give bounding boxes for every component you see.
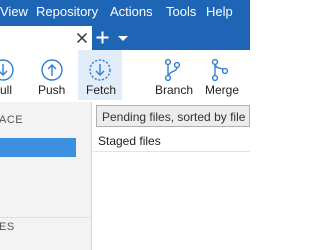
file-status-filter[interactable]: Pending files, sorted by file status [96,105,250,127]
fetch-icon [89,59,111,81]
close-icon[interactable] [76,32,88,44]
menu-repository[interactable]: Repository [36,4,98,20]
branch-button[interactable]: Branch [150,50,194,100]
merge-icon [211,58,229,82]
pull-icon [0,59,14,81]
pull-label: ull [0,83,13,97]
workspace-heading: ACE [0,114,24,126]
tab-strip [0,24,250,50]
menu-bar: View Repository Actions Tools Help [0,0,250,24]
repository-tab[interactable] [0,26,92,50]
branch-label: Branch [155,83,194,97]
merge-label: Merge [205,83,240,97]
menu-actions[interactable]: Actions [110,4,153,20]
sidebar-section-heading: ES [0,221,15,233]
push-label: Push [38,83,66,97]
toolbar: ull Push Fetch Branch Merge [0,50,250,102]
sidebar: ACE ES [0,102,92,250]
sidebar-divider [0,217,92,218]
staged-files-label: Staged files [98,134,161,148]
chevron-down-icon[interactable] [118,36,128,41]
sidebar-item-selected[interactable] [0,138,76,157]
staged-files-header: Staged files [93,130,250,152]
menu-tools[interactable]: Tools [166,4,196,20]
fetch-label: Fetch [86,83,117,97]
push-button[interactable]: Push [34,50,70,100]
push-icon [41,59,63,81]
menu-view[interactable]: View [0,4,28,20]
branch-icon [164,58,181,82]
fetch-button[interactable]: Fetch [78,50,122,100]
merge-button[interactable]: Merge [200,50,244,100]
plus-icon[interactable] [96,31,109,44]
menu-help[interactable]: Help [206,4,233,20]
